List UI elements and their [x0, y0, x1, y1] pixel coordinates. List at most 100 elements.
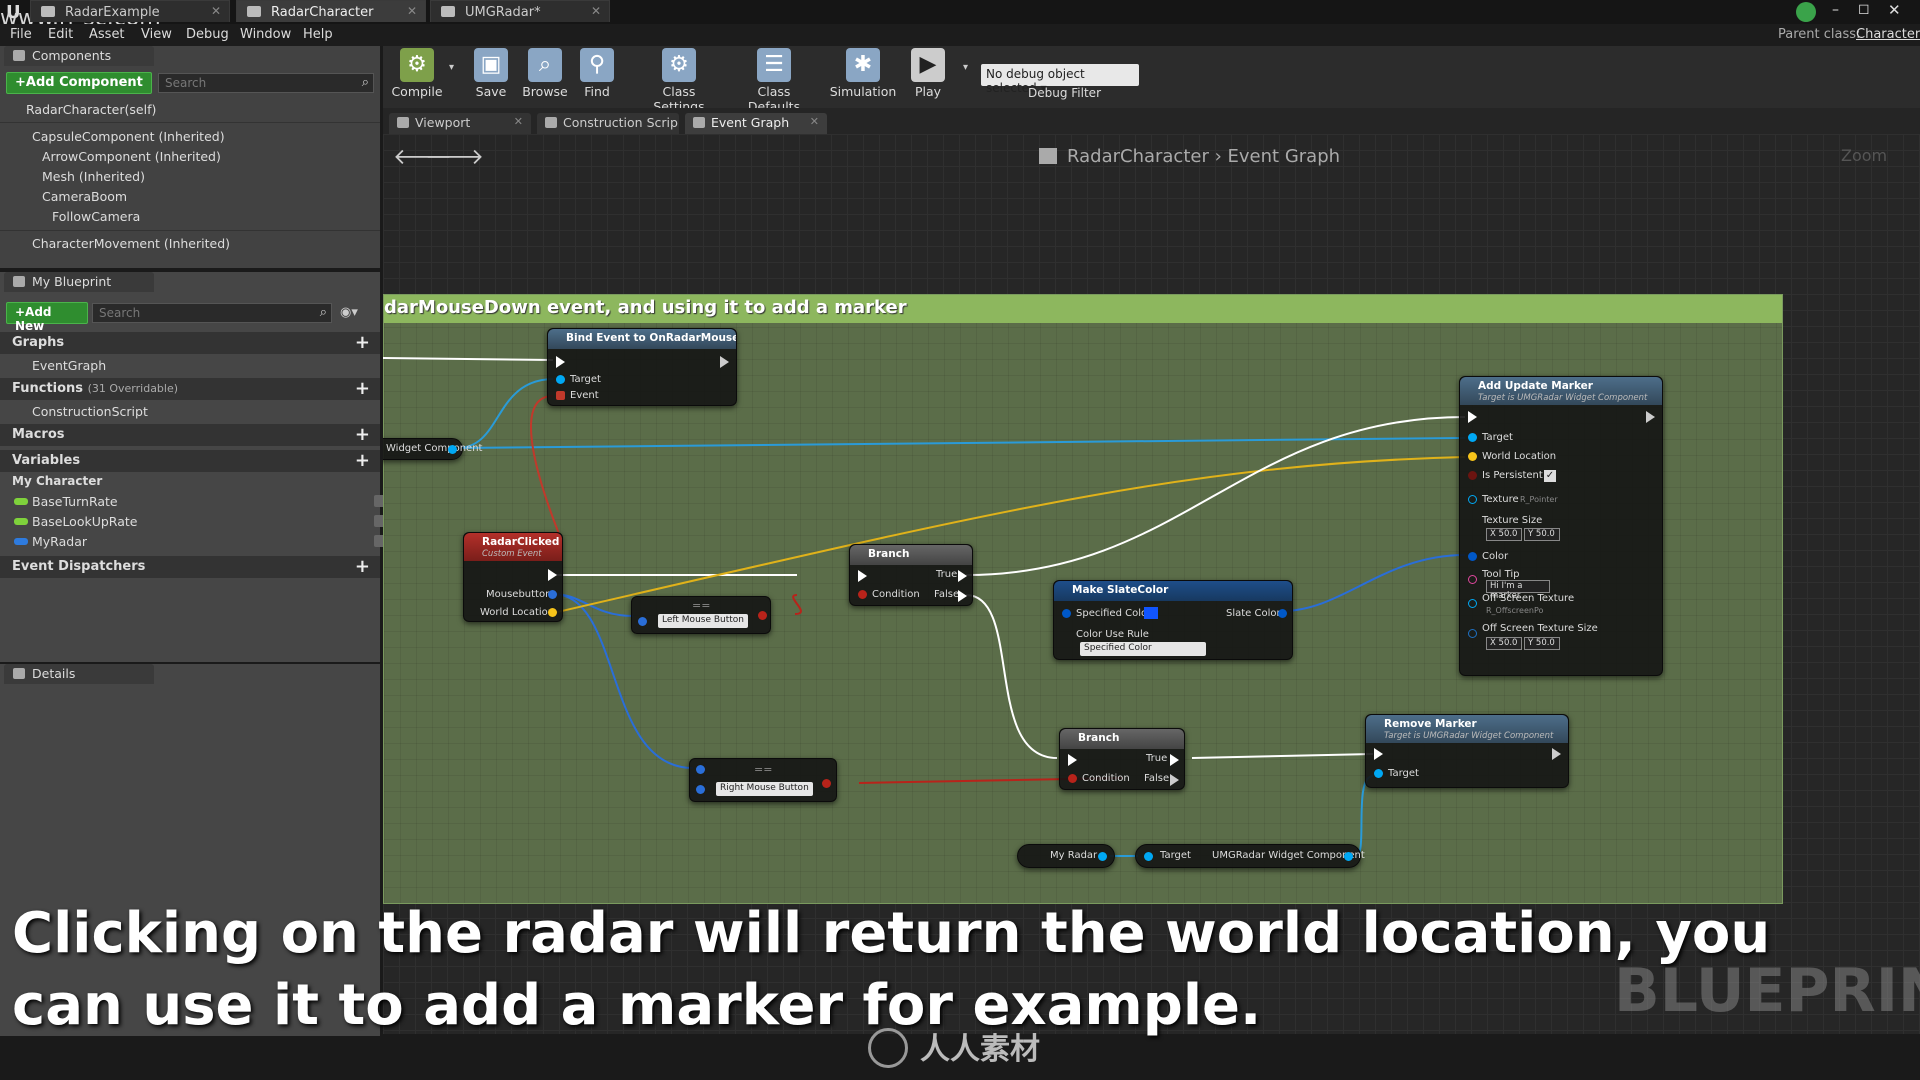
debug-object-select[interactable]: No debug object selected ▾	[981, 64, 1139, 95]
node-remove-marker[interactable]: Remove Marker Target is UMGRadar Widget C…	[1365, 714, 1569, 788]
macros-section[interactable]: Macros +	[0, 424, 380, 446]
tab-umg-radar[interactable]: UMGRadar* ✕	[430, 0, 610, 22]
input-pin-dot[interactable]	[696, 785, 705, 794]
node-get-umgradar-component[interactable]: Target UMGRadar Widget Component	[1135, 844, 1365, 868]
slate-color-out-pin-dot[interactable]	[1278, 609, 1287, 618]
true-exec-pin[interactable]	[958, 570, 967, 582]
play-options-icon[interactable]: ▾	[963, 62, 968, 73]
world-location-pin-dot[interactable]	[1468, 452, 1477, 461]
tab-viewport[interactable]: Viewport ✕	[389, 113, 531, 134]
add-graph-icon[interactable]: +	[355, 332, 370, 353]
tab-radar-example[interactable]: RadarExample ✕	[30, 0, 230, 22]
output-pin-dot[interactable]	[1098, 852, 1107, 861]
exec-out-pin[interactable]	[1646, 411, 1655, 423]
save-button[interactable]: ▣ Save	[469, 48, 513, 106]
target-pin-dot[interactable]	[1374, 769, 1383, 778]
function-item-constructionscript[interactable]: ConstructionScript	[32, 404, 148, 419]
compile-button[interactable]: ⚙ Compile	[389, 48, 445, 106]
menu-view[interactable]: View	[141, 27, 172, 42]
blueprint-search-input[interactable]: Search ⌕	[92, 303, 332, 323]
false-exec-pin[interactable]	[1170, 774, 1179, 786]
true-exec-pin[interactable]	[1170, 754, 1179, 766]
node-equal-left[interactable]: == Left Mouse Button	[631, 596, 771, 634]
node-branch-1[interactable]: Branch Condition True False	[849, 544, 973, 606]
tooltip-input[interactable]: Hi I'm a marker	[1486, 580, 1550, 601]
exec-out-pin[interactable]	[720, 356, 729, 368]
tree-item-followcamera[interactable]: FollowCamera	[52, 209, 140, 224]
add-dispatcher-icon[interactable]: +	[355, 556, 370, 577]
input-pin-dot[interactable]	[638, 617, 647, 626]
menu-asset[interactable]: Asset	[89, 27, 125, 42]
tree-item-charactermovement[interactable]: CharacterMovement (Inherited)	[32, 236, 230, 251]
left-mouse-button-select[interactable]: Left Mouse Button	[658, 614, 749, 628]
target-pin-dot[interactable]	[556, 375, 565, 384]
exec-out-pin[interactable]	[1552, 748, 1561, 760]
menu-help[interactable]: Help	[303, 27, 333, 42]
exec-in-pin[interactable]	[1068, 754, 1077, 766]
browse-button[interactable]: ⌕ Browse	[519, 48, 571, 106]
details-tab[interactable]: Details	[4, 664, 154, 684]
event-dispatchers-section[interactable]: Event Dispatchers +	[0, 556, 380, 578]
menu-window[interactable]: Window	[240, 27, 291, 42]
add-new-button[interactable]: +Add New	[6, 302, 88, 333]
graph-item-eventgraph[interactable]: EventGraph	[32, 358, 106, 373]
close-icon[interactable]: ✕	[407, 4, 417, 18]
input-pin-dot[interactable]	[696, 765, 705, 774]
self-item[interactable]: RadarCharacter(self)	[26, 102, 156, 117]
node-radar-clicked[interactable]: RadarClicked Custom Event Mousebutton Wor…	[463, 532, 563, 622]
color-use-rule-select[interactable]: Specified Color	[1080, 642, 1206, 656]
play-button[interactable]: ▶ Play	[905, 48, 951, 106]
add-component-button[interactable]: +Add Component	[6, 72, 152, 94]
location-pin-dot[interactable]	[548, 608, 557, 617]
node-bind-event[interactable]: Bind Event to OnRadarMouseDown Target Ev…	[547, 328, 737, 406]
minimize-icon[interactable]: –	[1832, 2, 1839, 18]
compile-options-icon[interactable]: ▾	[449, 62, 454, 73]
components-search-input[interactable]: Search ⌕	[158, 73, 374, 93]
add-variable-icon[interactable]: +	[355, 450, 370, 471]
offscreen-size-y-input[interactable]: Y 50.0	[1524, 637, 1560, 650]
texture-pin-dot[interactable]	[1468, 495, 1477, 504]
find-button[interactable]: ⚲ Find	[575, 48, 619, 106]
tree-item-mesh[interactable]: Mesh (Inherited)	[42, 169, 145, 184]
class-settings-button[interactable]: ⚙ Class Settings	[637, 48, 721, 114]
variables-section[interactable]: Variables +	[0, 450, 380, 472]
tooltip-pin-dot[interactable]	[1468, 575, 1477, 584]
close-icon[interactable]: ✕	[514, 115, 523, 128]
texture-size-y-input[interactable]: Y 50.0	[1524, 528, 1560, 541]
tab-event-graph[interactable]: Event Graph ✕	[685, 113, 827, 134]
simulation-button[interactable]: ✱ Simulation	[829, 48, 897, 106]
event-pin-dot[interactable]	[556, 391, 565, 400]
my-blueprint-tab[interactable]: My Blueprint	[4, 272, 154, 292]
specified-color-pin-dot[interactable]	[1062, 609, 1071, 618]
exec-out-pin[interactable]	[548, 569, 557, 581]
exec-in-pin[interactable]	[556, 356, 565, 368]
menu-file[interactable]: File	[10, 27, 32, 42]
node-widget-component[interactable]: Widget Component	[383, 438, 482, 460]
exec-in-pin[interactable]	[858, 570, 867, 582]
status-icon[interactable]	[1796, 2, 1816, 22]
texture-size-x-input[interactable]: X 50.0	[1486, 528, 1522, 541]
menu-debug[interactable]: Debug	[186, 27, 229, 42]
functions-section[interactable]: Functions (31 Overridable) +	[0, 378, 380, 400]
add-macro-icon[interactable]: +	[355, 424, 370, 445]
exec-in-pin[interactable]	[1374, 748, 1383, 760]
bool-out-pin-dot[interactable]	[758, 611, 767, 620]
node-equal-right[interactable]: == Right Mouse Button	[689, 758, 837, 802]
exec-in-pin[interactable]	[1468, 411, 1477, 423]
tab-construction-script[interactable]: Construction Scrip	[537, 113, 679, 134]
tree-item-capsule[interactable]: CapsuleComponent (Inherited)	[32, 129, 225, 144]
target-pin-dot[interactable]	[1468, 433, 1477, 442]
tab-radar-character[interactable]: RadarCharacter ✕	[236, 0, 426, 22]
close-icon[interactable]: ✕	[810, 115, 819, 128]
mousebutton-pin-dot[interactable]	[548, 590, 557, 599]
variable-category[interactable]: My Character	[12, 474, 102, 488]
node-my-radar[interactable]: My Radar	[1017, 844, 1115, 868]
components-tab[interactable]: Components	[4, 46, 154, 66]
add-function-icon[interactable]: +	[355, 378, 370, 399]
tree-item-cameraboom[interactable]: CameraBoom	[42, 189, 127, 204]
close-icon[interactable]: ✕	[211, 4, 221, 18]
bool-out-pin-dot[interactable]	[822, 779, 831, 788]
texture-value[interactable]: R_Pointer	[1520, 495, 1558, 504]
condition-pin-dot[interactable]	[858, 590, 867, 599]
persistent-pin-dot[interactable]	[1468, 471, 1477, 480]
